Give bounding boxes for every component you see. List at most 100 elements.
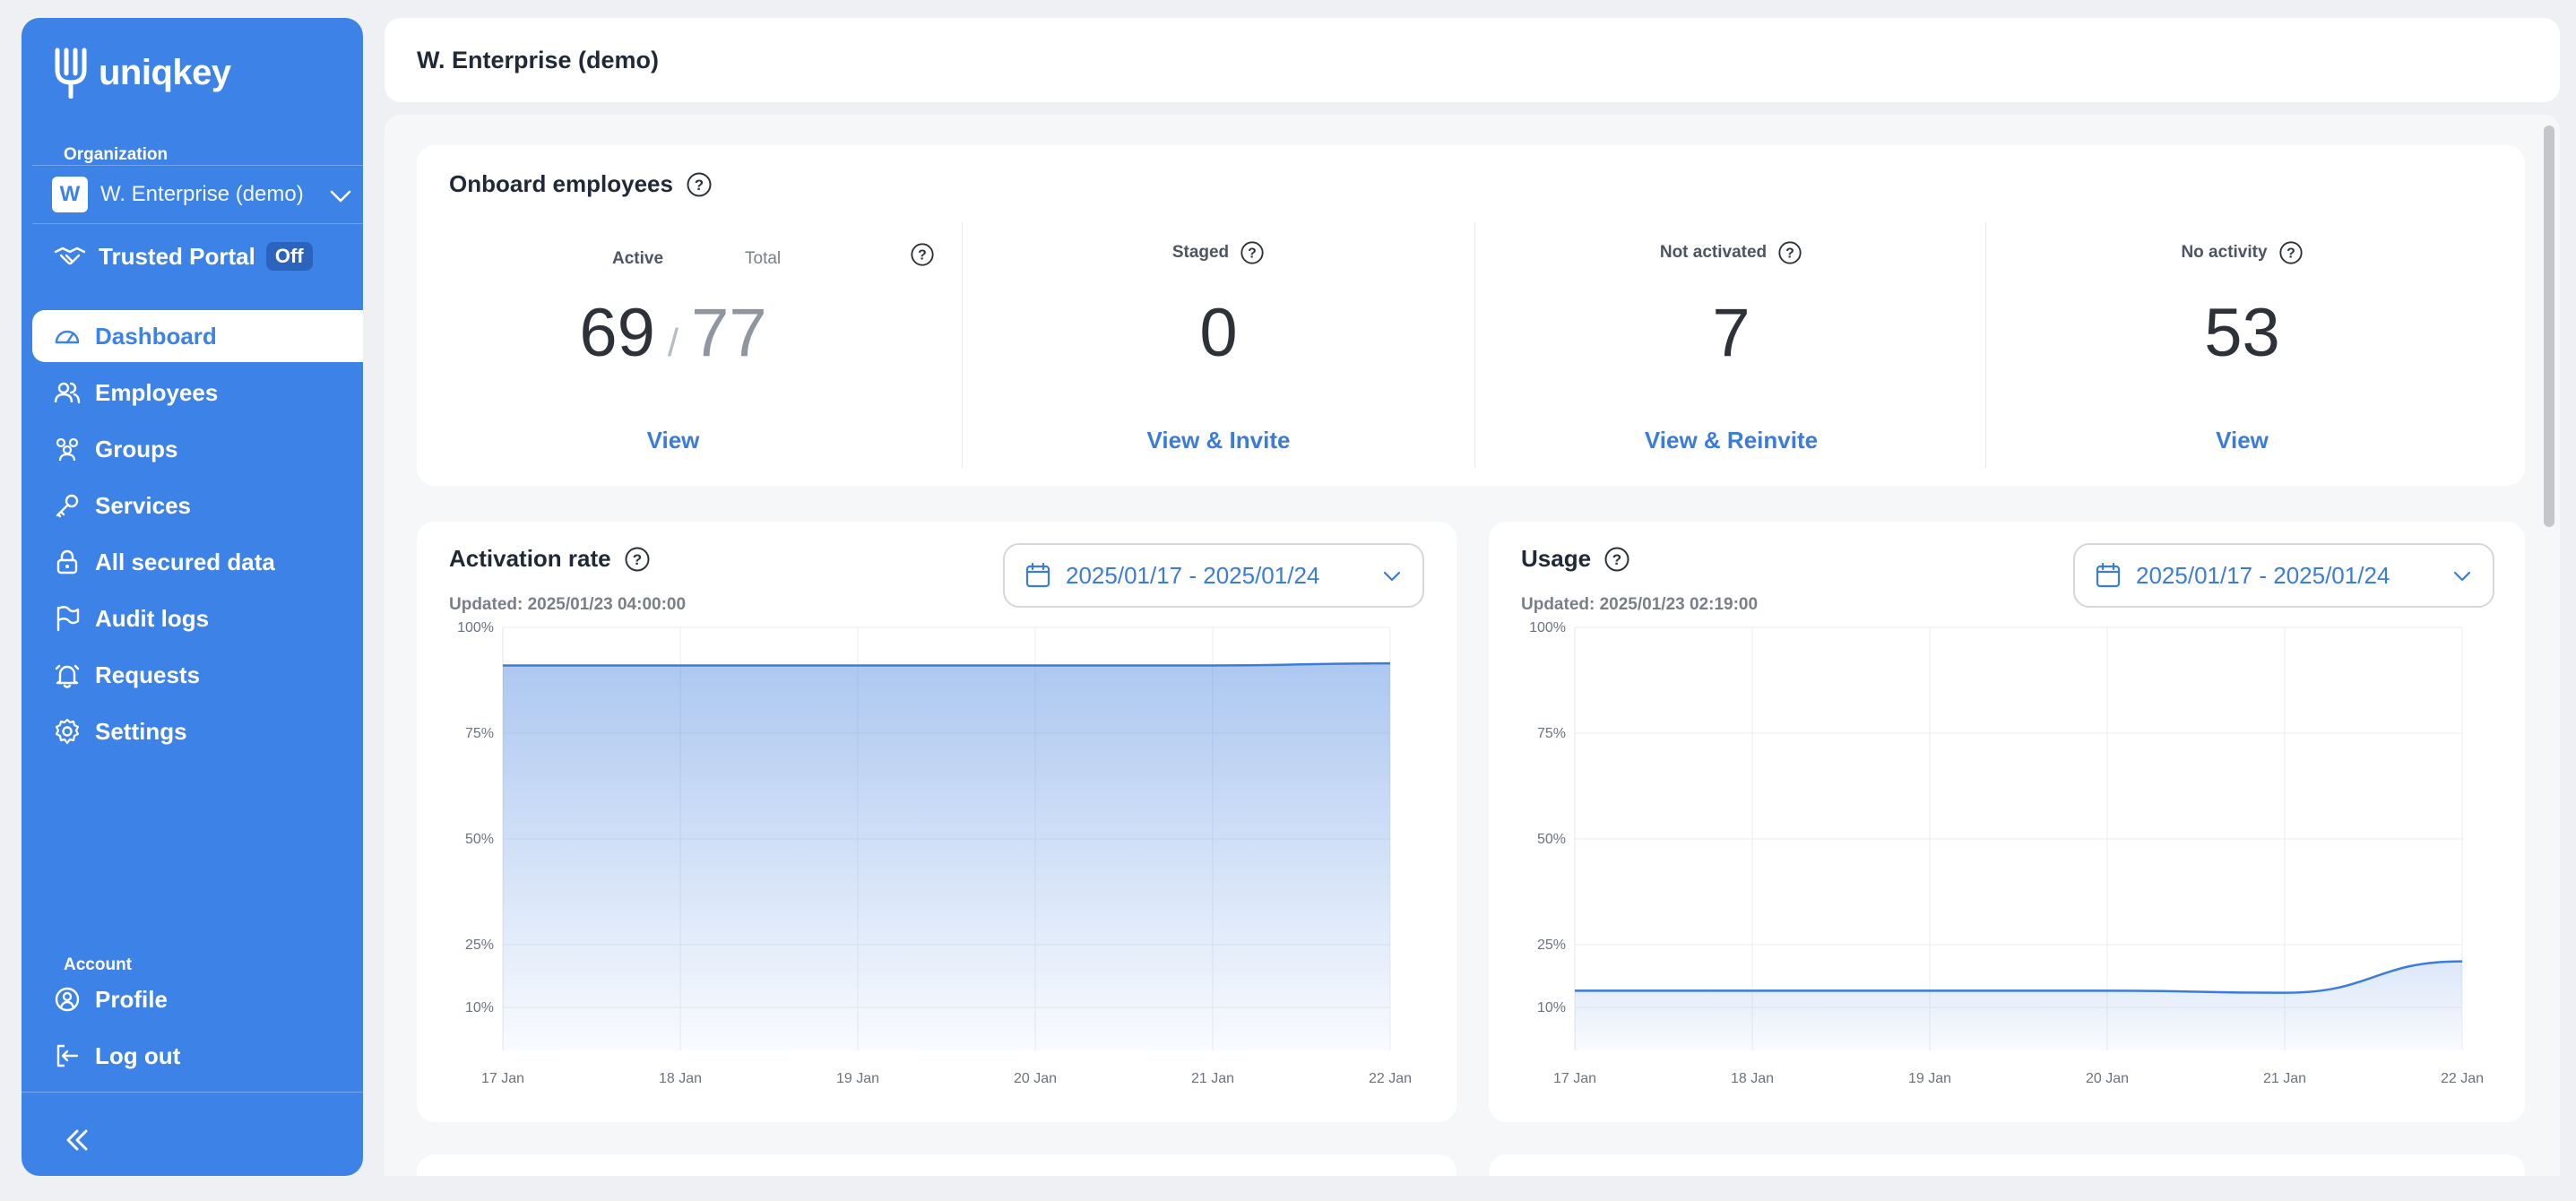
stat-label-not-activated: Not activated [1659,243,1768,262]
x-tick-label: 21 Jan [2263,1071,2306,1086]
sidebar-item-employees[interactable]: Employees [32,367,363,419]
activation-title-wrap: Activation rate ? [449,545,651,573]
logo[interactable]: uniqkey [52,47,231,99]
sidebar-item-all-secured-data[interactable]: All secured data [32,536,363,588]
stat-label-staged: Staged [1171,243,1230,262]
activation-date-range: 2025/01/17 - 2025/01/24 [1066,561,1320,589]
organization-label: Organization [64,145,169,164]
organization-select[interactable]: W W. Enterprise (demo) [32,165,363,224]
dashboard-icon [55,330,80,344]
series-line[interactable] [503,661,1391,667]
y-tick-label: 50% [465,832,494,847]
activation-title: Activation rate [449,545,611,572]
svg-text:?: ? [918,248,927,264]
stat-value-no-activity: 53 [2204,295,2280,371]
svg-text:?: ? [1785,246,1794,262]
y-tick-label: 100% [1529,620,1566,635]
sidebar-item-label: Settings [95,717,187,745]
sidebar-item-dashboard[interactable]: Dashboard [32,310,363,362]
sidebar-item-profile[interactable]: Profile [32,973,363,1025]
sidebar-item-label: Dashboard [95,322,217,350]
logo-text: uniqkey [99,52,231,92]
stat-active: Active Total ? 69 / 77 View [417,222,934,468]
stat-separator: / [667,321,679,365]
view-active-link[interactable]: View [417,427,929,454]
help-icon[interactable]: ? [2278,240,2304,265]
x-tick-label: 17 Jan [1553,1071,1596,1086]
sidebar-item-log-out[interactable]: Log out [32,1030,363,1082]
next-card-left [417,1154,1457,1176]
usage-title-wrap: Usage ? [1521,545,1630,573]
view-and-invite-link[interactable]: View & Invite [963,427,1474,454]
y-tick-label: 25% [1537,937,1566,953]
usage-date-range-select[interactable]: 2025/01/17 - 2025/01/24 [2073,543,2494,608]
view-no-activity-link[interactable]: View [1986,427,2498,454]
profile-icon [55,987,80,1012]
usage-card: Usage ? Updated: 2025/01/23 02:19:00 202… [1489,522,2525,1122]
sidebar-item-audit-logs[interactable]: Audit logs [32,592,363,644]
stat-value-staged: 0 [1199,295,1238,371]
chevron-down-icon [330,190,351,203]
stat-label-row: Not activated ? [1475,240,1987,265]
x-tick-label: 20 Jan [2086,1071,2129,1086]
stat-no-activity: No activity ? 53 View [1985,222,2498,468]
stat-label-row: Staged ? [963,240,1474,265]
help-icon[interactable]: ? [1240,240,1265,265]
bell-icon [55,664,80,688]
activation-date-range-select[interactable]: 2025/01/17 - 2025/01/24 [1003,543,1424,608]
stat-label-row: No activity ? [1986,240,2498,265]
chevron-down-icon [1383,571,1401,582]
sidebar-item-label: All secured data [95,548,275,575]
help-icon[interactable]: ? [686,171,713,198]
page-title: W. Enterprise (demo) [417,46,660,73]
y-tick-label: 25% [465,937,494,953]
org-name: W. Enterprise (demo) [100,182,304,206]
lock-icon [56,549,78,575]
stat-value-active: 69 [579,295,655,371]
chevron-down-icon [2453,571,2471,582]
help-icon[interactable]: ? [910,242,935,267]
key-icon [56,494,79,518]
collapse-sidebar-icon[interactable] [59,1122,95,1158]
stat-value-not-activated: 7 [1712,295,1750,371]
help-icon[interactable]: ? [624,546,651,573]
trusted-portal-status-badge: Off [265,242,313,271]
x-tick-label: 18 Jan [659,1071,702,1086]
y-tick-label: 75% [465,726,494,741]
sidebar-item-label: Services [95,491,191,519]
onboard-title: Onboard employees [449,170,673,197]
stat-staged: Staged ? 0 View & Invite [962,222,1474,468]
gear-icon [55,718,80,745]
uniqkey-logo-icon [55,48,87,99]
help-icon[interactable]: ? [1604,546,1630,573]
y-tick-label: 10% [465,1000,494,1015]
scrollbar[interactable] [2544,125,2554,527]
sidebar-item-label: Log out [95,1041,181,1069]
trusted-portal-label: Trusted Portal [99,242,255,270]
help-icon[interactable]: ? [1777,240,1802,265]
stat-value-active-total: 69 / 77 [417,294,929,372]
svg-text:?: ? [695,177,704,194]
stat-not-activated: Not activated ? 7 View & Reinvite [1474,222,1987,468]
stat-value-total: 77 [691,295,767,371]
x-tick-label: 19 Jan [1908,1071,1951,1086]
calendar-icon [1025,562,1050,588]
sidebar-item-groups[interactable]: Groups [32,423,363,475]
users-icon [54,382,81,404]
x-tick-label: 18 Jan [1731,1071,1774,1086]
view-and-reinvite-link[interactable]: View & Reinvite [1475,427,1987,454]
sidebar-item-settings[interactable]: Settings [32,705,363,757]
sidebar-item-requests[interactable]: Requests [32,649,363,701]
sidebar-item-services[interactable]: Services [32,480,363,531]
x-tick-label: 20 Jan [1014,1071,1057,1086]
next-card-right [1489,1154,2525,1176]
series-line[interactable] [1575,960,2463,994]
stat-label-no-activity: No activity [2181,243,2268,262]
groups-icon [56,437,79,462]
trusted-portal-toggle[interactable]: Trusted Portal Off [54,242,313,271]
y-tick-label: 100% [457,620,494,635]
x-tick-label: 17 Jan [481,1071,524,1086]
y-tick-label: 10% [1537,1000,1566,1015]
stat-label-total: Total [745,249,782,268]
activation-rate-chart: 100% 75% 50% 25% 10% 17 Jan 18 Jan 19 Jan 20 Jan… [457,620,1412,1086]
